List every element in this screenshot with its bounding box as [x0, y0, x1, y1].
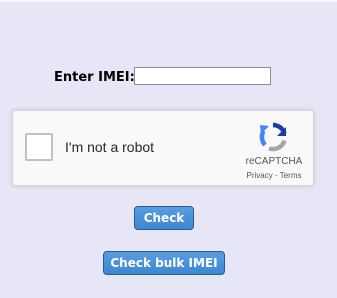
recaptcha-checkbox[interactable]: [25, 133, 53, 161]
check-bulk-imei-button[interactable]: Check bulk IMEI: [103, 251, 225, 275]
recaptcha-label: I'm not a robot: [65, 139, 155, 155]
recaptcha-brand: reCAPTCHA: [245, 156, 303, 167]
recaptcha-terms-link[interactable]: Terms: [280, 171, 302, 180]
recaptcha-privacy-link[interactable]: Privacy: [247, 171, 273, 180]
recaptcha-widget: I'm not a robot reCAPTCHA Privacy - Term…: [12, 110, 314, 186]
imei-label: Enter IMEI:: [54, 70, 135, 85]
imei-input[interactable]: [134, 67, 271, 85]
top-divider: [0, 0, 337, 2]
imei-form-row: Enter IMEI:: [0, 66, 337, 90]
recaptcha-links: Privacy - Terms: [239, 171, 309, 180]
check-button[interactable]: Check: [134, 206, 194, 230]
recaptcha-logo-icon: [259, 122, 287, 152]
recaptcha-links-separator: -: [272, 171, 280, 180]
